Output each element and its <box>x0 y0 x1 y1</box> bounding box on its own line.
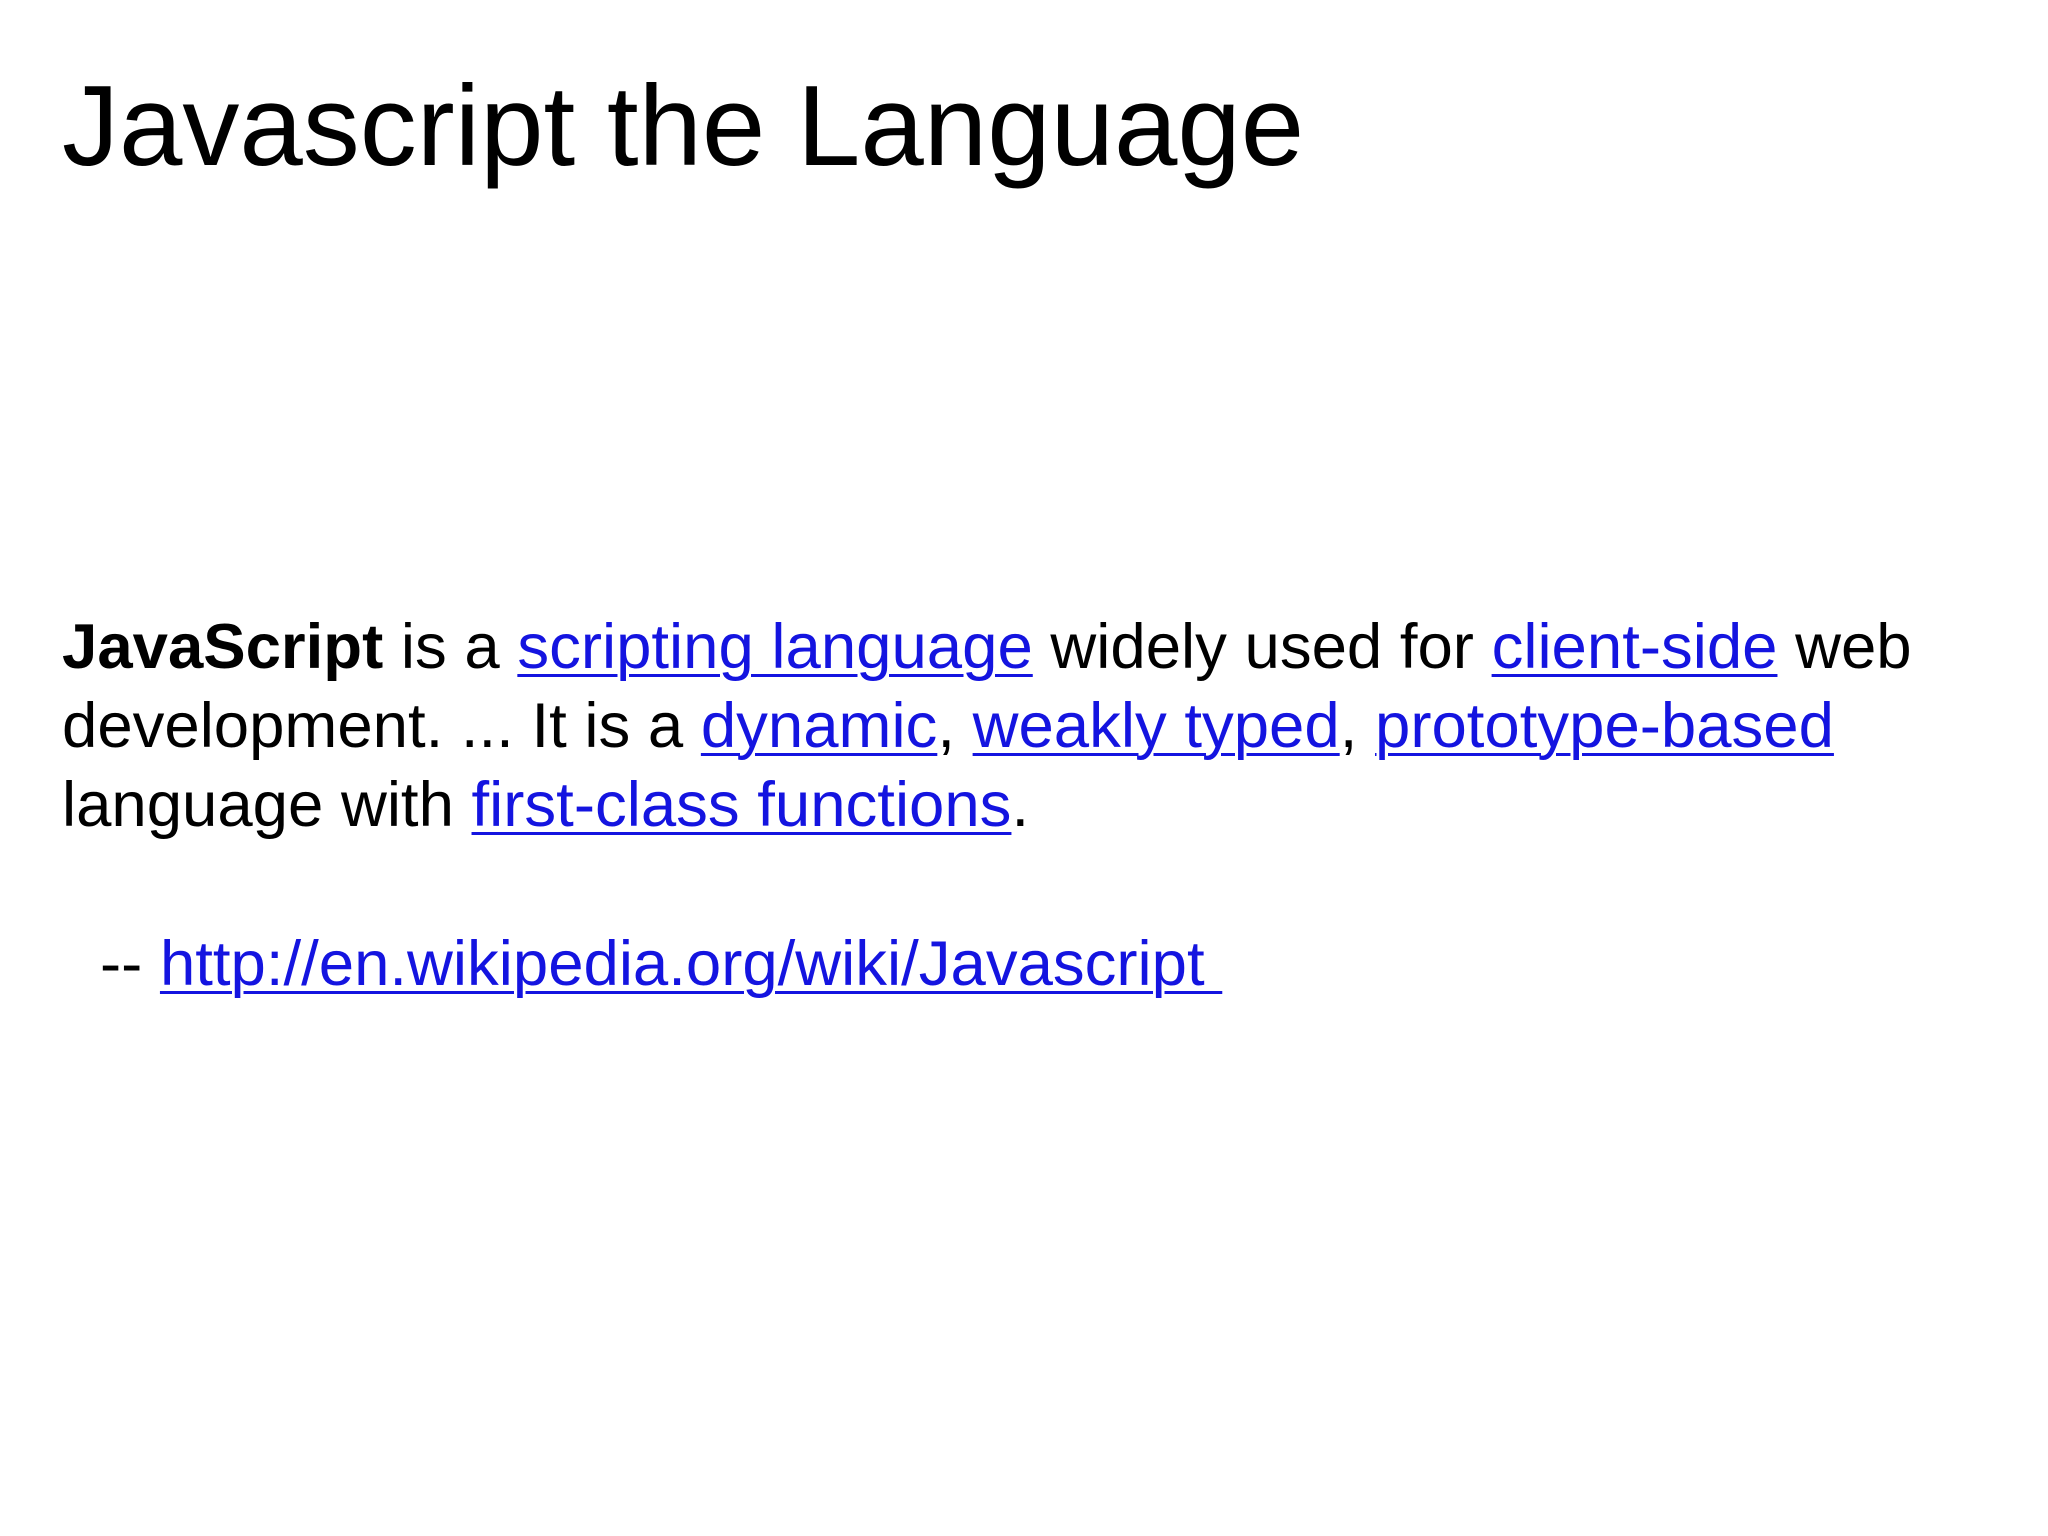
slide-title: Javascript the Language <box>62 63 1305 190</box>
text-segment: , <box>1339 691 1375 761</box>
citation-prefix: -- <box>100 929 160 999</box>
definition-paragraph: JavaScript is a scripting language widel… <box>62 608 2012 845</box>
link-client-side[interactable]: client-side <box>1492 612 1778 682</box>
text-segment: . <box>1011 770 1030 840</box>
term-javascript: JavaScript <box>62 612 384 682</box>
text-segment: is a <box>383 612 518 682</box>
citation: -- http://en.wikipedia.org/wiki/Javascri… <box>100 925 1222 1004</box>
link-scripting-language[interactable]: scripting language <box>517 612 1032 682</box>
link-first-class-functions[interactable]: first-class functions <box>472 770 1012 840</box>
slide: Javascript the Language JavaScript is a … <box>0 0 2048 1536</box>
link-prototype-based[interactable]: prototype-based <box>1375 691 1834 761</box>
link-weakly-typed[interactable]: weakly typed <box>973 691 1340 761</box>
link-dynamic[interactable]: dynamic <box>701 691 937 761</box>
text-segment: , <box>937 691 973 761</box>
text-segment: language with <box>62 770 472 840</box>
text-segment: widely used for <box>1032 612 1492 682</box>
wikipedia-link[interactable]: http://en.wikipedia.org/wiki/Javascript <box>160 929 1222 999</box>
